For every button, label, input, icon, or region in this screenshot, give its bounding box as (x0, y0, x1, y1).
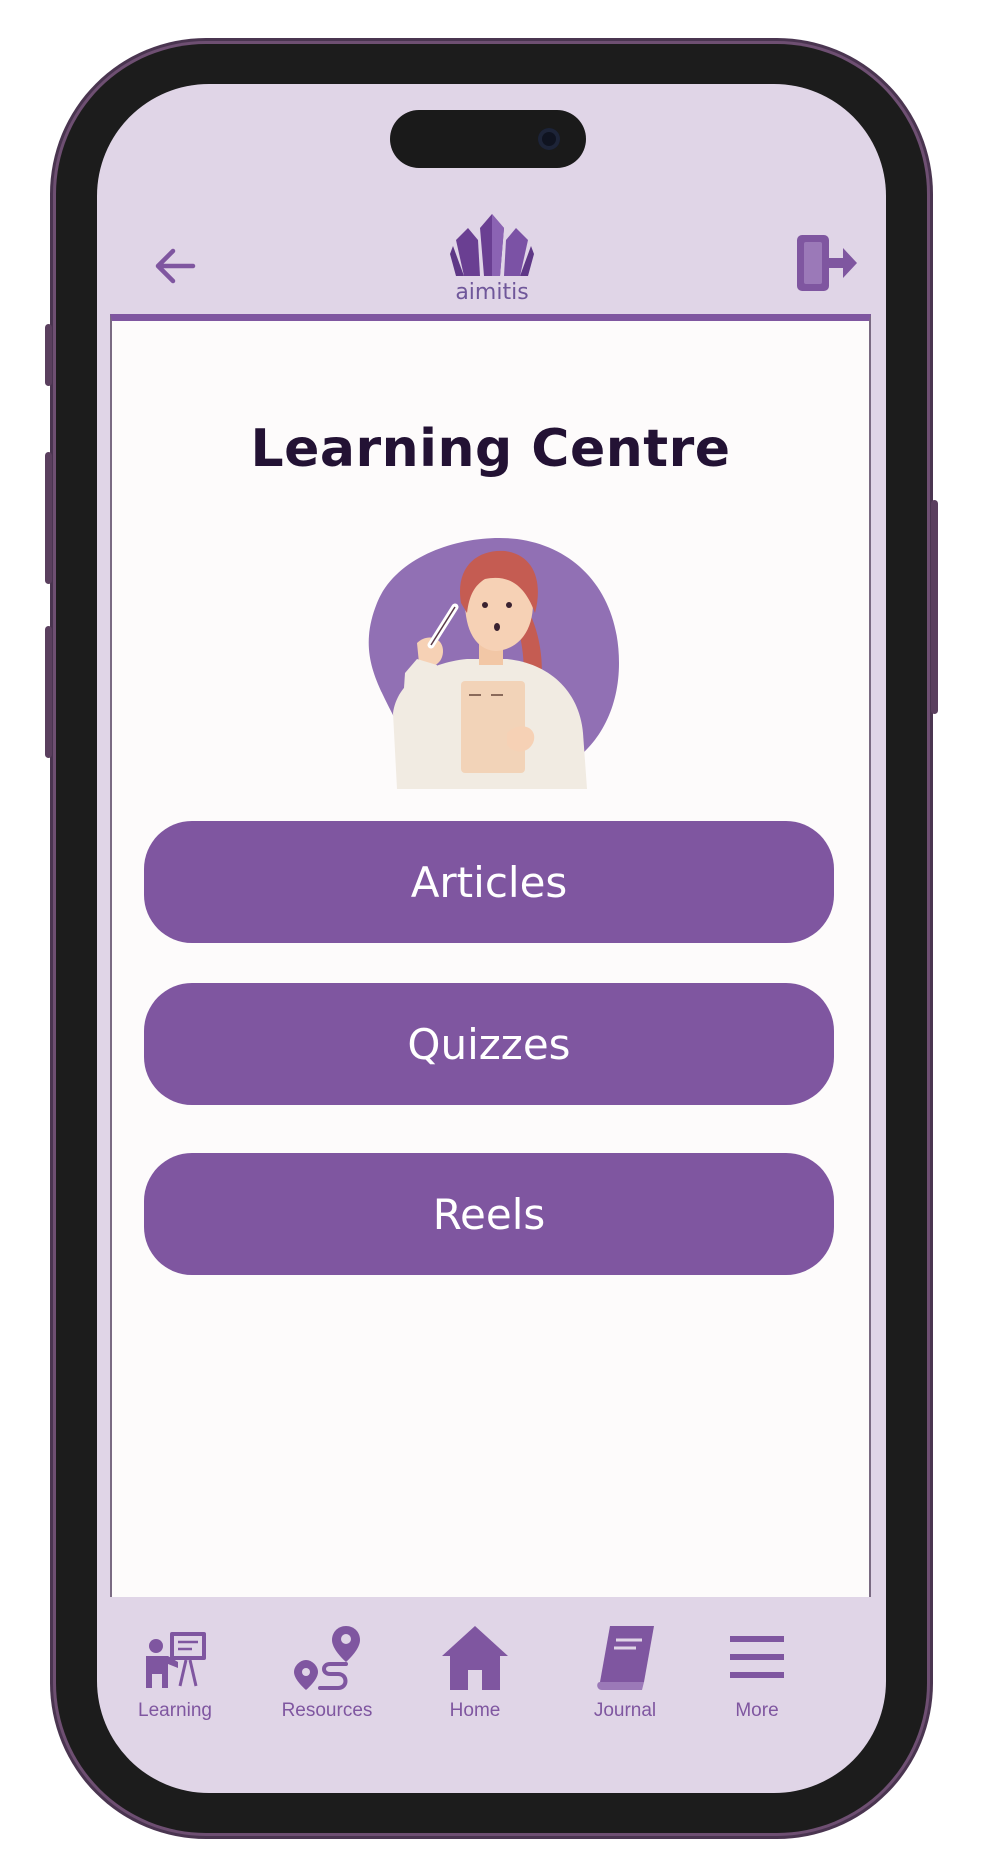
nav-label-learning: Learning (138, 1700, 212, 1721)
nav-item-home[interactable]: Home (415, 1622, 535, 1722)
route-pin-icon (294, 1626, 360, 1690)
logo-text: aimitis (455, 280, 529, 305)
nav-label-home: Home (449, 1700, 501, 1721)
nav-item-more[interactable]: More (697, 1622, 817, 1722)
volume-down-button (45, 626, 52, 758)
logout-button[interactable] (795, 232, 857, 294)
nav-label-more: More (735, 1700, 779, 1721)
nav-label-resources: Resources (281, 1700, 373, 1721)
nav-item-journal[interactable]: Journal (565, 1622, 685, 1722)
page-title: Learning Centre (250, 419, 731, 479)
content-panel: Learning Centre Articles Quizzes Reels (110, 314, 871, 1597)
app-header: aimitis (97, 192, 886, 305)
nav-label-journal: Journal (593, 1700, 657, 1721)
app-logo: aimitis (437, 212, 547, 305)
home-icon (442, 1626, 508, 1690)
back-button[interactable] (149, 240, 201, 292)
nav-item-resources[interactable]: Resources (267, 1622, 387, 1722)
book-icon (597, 1626, 654, 1690)
bottom-nav: Learning Resources Home Journal More (97, 1594, 886, 1764)
power-button (931, 500, 938, 714)
articles-button[interactable]: Articles (144, 821, 834, 943)
volume-up-button (45, 452, 52, 584)
teacher-board-icon (146, 1632, 206, 1688)
phone-frame: aimitis Learning Centre Articles Quizzes… (45, 44, 938, 1833)
logout-door-icon (797, 235, 857, 291)
action-button (45, 324, 52, 386)
arrow-left-icon (155, 248, 196, 284)
phone-screen: aimitis Learning Centre Articles Quizzes… (97, 84, 886, 1793)
front-camera (538, 128, 560, 150)
hamburger-menu-icon (730, 1636, 784, 1678)
dynamic-island (390, 110, 586, 168)
crystal-logo-icon (450, 214, 534, 276)
nav-item-learning[interactable]: Learning (115, 1622, 235, 1722)
quizzes-button[interactable]: Quizzes (144, 983, 834, 1105)
reels-button[interactable]: Reels (144, 1153, 834, 1275)
woman-taking-notes-illustration (357, 533, 623, 789)
